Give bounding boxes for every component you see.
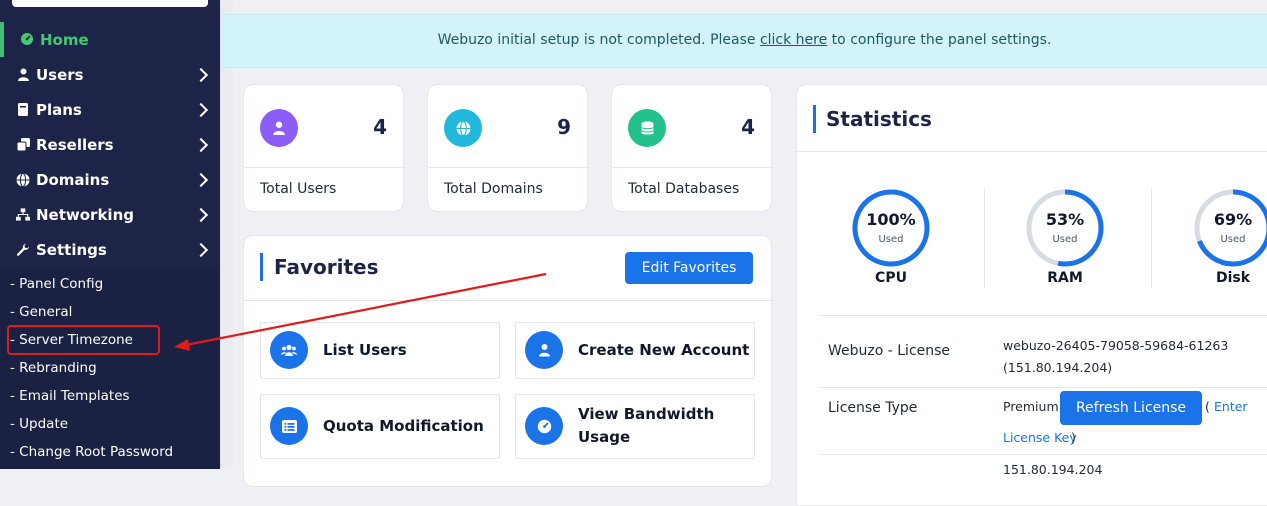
annotation-arrow: [174, 272, 547, 351]
